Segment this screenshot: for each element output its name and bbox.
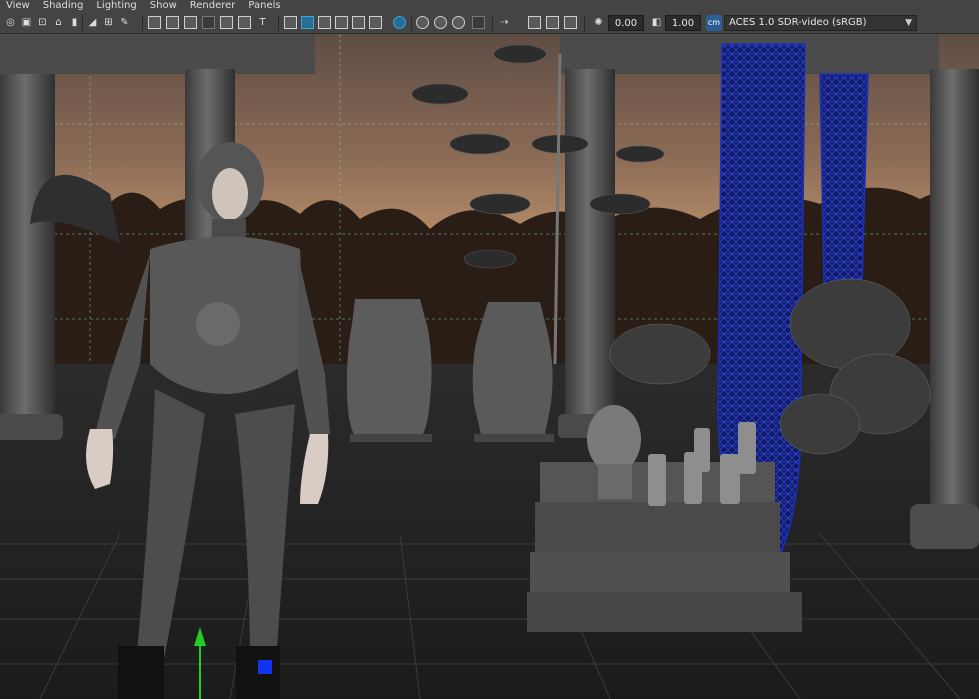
motion-blur-icon[interactable] [416,16,429,29]
anti-aliasing-icon[interactable] [434,16,447,29]
menu-view[interactable]: View [6,0,30,12]
relief-vase-right [472,302,554,442]
temple-lintel [0,34,315,74]
depth-of-field-icon[interactable] [452,16,465,29]
film-gate-icon[interactable] [166,16,179,29]
resolution-gate-icon[interactable] [184,16,197,29]
textured-icon[interactable] [335,16,348,29]
color-space-label: ACES 1.0 SDR-video (sRGB) [729,17,867,28]
gamma-field[interactable]: 1.00 [665,15,701,31]
backface-culling-icon[interactable] [564,16,577,29]
wireframe-icon[interactable] [284,16,297,29]
gamma-icon[interactable]: ◧ [650,16,663,29]
toolbar-separator [278,15,279,31]
safe-title-icon[interactable]: T [256,16,269,29]
select-camera-icon[interactable]: ◎ [4,16,17,29]
xray-joints-icon[interactable] [528,16,541,29]
field-chart-icon[interactable] [220,16,233,29]
menu-shading[interactable]: Shading [43,0,84,12]
xray-icon[interactable]: ⇢ [498,16,511,29]
maya-viewport-panel: View Shading Lighting Show Renderer Pane… [0,0,979,699]
toolbar-separator [411,15,412,31]
shadows-icon[interactable] [369,16,382,29]
exposure-icon[interactable]: ✺ [592,16,605,29]
exposure-field[interactable]: 0.00 [608,15,644,31]
toolbar-separator [142,15,143,31]
use-all-lights-icon[interactable] [352,16,365,29]
bookmark-icon[interactable]: ▮ [68,16,81,29]
isolate-select-icon[interactable] [472,16,485,29]
toolbar-separator [584,15,585,31]
lock-camera-icon[interactable]: ⊡ [36,16,49,29]
ambient-occlusion-icon[interactable] [393,16,406,29]
panel-menu-bar: View Shading Lighting Show Renderer Pane… [0,0,979,12]
relief-vase-left [346,299,432,442]
column-left [0,74,63,440]
menu-show[interactable]: Show [150,0,177,12]
menu-lighting[interactable]: Lighting [96,0,136,12]
safe-action-icon[interactable] [238,16,251,29]
grease-pencil-icon[interactable]: ✎ [118,16,131,29]
column-mid-right [558,69,622,438]
manipulator-z-handle[interactable] [258,660,272,674]
image-plane-icon[interactable]: ◢ [86,16,99,29]
color-space-dropdown[interactable]: ACES 1.0 SDR-video (sRGB) ▼ [724,15,917,31]
toolbar-separator [82,15,83,31]
toolbar-separator [492,15,493,31]
camera-attributes-icon[interactable]: ▣ [20,16,33,29]
two-d-pan-icon[interactable]: ⊞ [102,16,115,29]
gate-mask-icon[interactable] [202,16,215,29]
grid-icon[interactable] [148,16,161,29]
xray-active-icon[interactable] [546,16,559,29]
camera-lock-icon[interactable]: ⌂ [52,16,65,29]
menu-panels[interactable]: Panels [248,0,280,12]
chevron-down-icon: ▼ [905,18,912,28]
scene-viewport[interactable] [0,34,979,699]
panel-toolbar: ◎ ▣ ⊡ ⌂ ▮ ◢ ⊞ ✎ T ⇢ ✺ 0.00 ◧ 1.00 cm ACE… [0,12,979,34]
smooth-shade-icon[interactable] [301,16,314,29]
menu-renderer[interactable]: Renderer [190,0,236,12]
wireframe-on-shaded-icon[interactable] [318,16,331,29]
color-management-toggle[interactable]: cm [706,15,722,31]
